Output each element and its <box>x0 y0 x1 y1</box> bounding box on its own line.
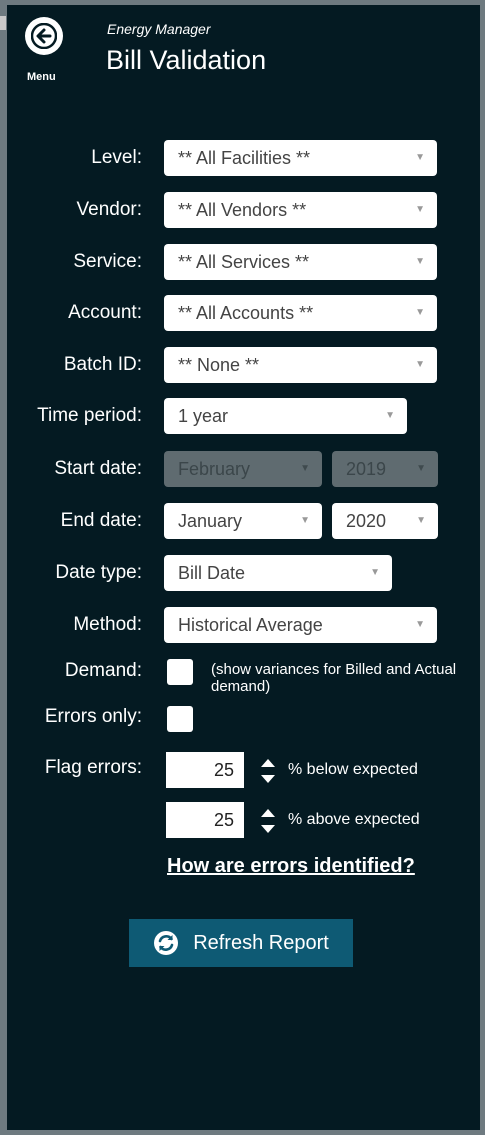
account-select[interactable]: ** All Accounts ** ▼ <box>164 295 437 331</box>
level-value: ** All Facilities ** <box>178 148 311 168</box>
stepper-icon[interactable] <box>259 805 277 837</box>
start-month-value: February <box>178 459 251 479</box>
service-select[interactable]: ** All Services ** ▼ <box>164 244 437 280</box>
time-period-select[interactable]: 1 year ▼ <box>164 398 407 434</box>
vendor-select[interactable]: ** All Vendors ** ▼ <box>164 192 437 228</box>
end-date-label: End date: <box>60 510 142 531</box>
refresh-report-label: Refresh Report <box>193 931 329 954</box>
service-value: ** All Services ** <box>178 252 310 272</box>
level-select[interactable]: ** All Facilities ** ▼ <box>164 140 437 176</box>
menu-label[interactable]: Menu <box>27 71 56 83</box>
level-label: Level: <box>91 147 142 168</box>
end-month-select[interactable]: January ▼ <box>164 503 322 539</box>
below-threshold-input[interactable]: 25 <box>166 752 244 788</box>
back-arrow-icon <box>31 23 57 49</box>
bill-validation-panel: Menu Energy Manager Bill Validation Leve… <box>7 5 480 1130</box>
dropdown-arrow-icon: ▼ <box>415 619 425 630</box>
batch-select[interactable]: ** None ** ▼ <box>164 347 437 383</box>
start-month-select[interactable]: February ▼ <box>164 451 322 487</box>
date-type-select[interactable]: Bill Date ▼ <box>164 555 392 591</box>
account-value: ** All Accounts ** <box>178 303 314 323</box>
errors-only-checkbox[interactable] <box>167 706 193 732</box>
demand-label: Demand: <box>64 660 142 681</box>
dropdown-arrow-icon: ▼ <box>300 515 310 526</box>
app-name: Energy Manager <box>107 21 211 37</box>
start-year-value: 2019 <box>346 459 387 479</box>
dropdown-arrow-icon: ▼ <box>415 359 425 370</box>
time-period-label: Time period: <box>37 405 142 426</box>
method-label: Method: <box>73 614 142 635</box>
account-label: Account: <box>68 302 142 323</box>
end-year-select[interactable]: 2020 ▼ <box>332 503 438 539</box>
refresh-report-button[interactable]: Refresh Report <box>129 919 353 967</box>
demand-checkbox[interactable] <box>167 659 193 685</box>
above-threshold-input[interactable]: 25 <box>166 802 244 838</box>
back-button[interactable] <box>25 17 63 55</box>
refresh-icon <box>154 931 179 955</box>
vendor-value: ** All Vendors ** <box>178 200 307 220</box>
batch-label: Batch ID: <box>63 354 142 375</box>
dropdown-arrow-icon: ▼ <box>416 463 426 474</box>
header: Menu Energy Manager Bill Validation <box>7 5 480 95</box>
dropdown-arrow-icon: ▼ <box>416 515 426 526</box>
stepper-icon[interactable] <box>259 755 277 787</box>
start-date-label: Start date: <box>54 458 142 479</box>
page-title: Bill Validation <box>106 45 267 75</box>
vendor-label: Vendor: <box>76 199 143 220</box>
dropdown-arrow-icon: ▼ <box>370 567 380 578</box>
dropdown-arrow-icon: ▼ <box>415 204 425 215</box>
errors-help-link[interactable]: How are errors identified? <box>167 855 415 878</box>
time-period-value: 1 year <box>178 406 229 426</box>
end-year-value: 2020 <box>346 511 387 531</box>
start-year-select[interactable]: 2019 ▼ <box>332 451 438 487</box>
dropdown-arrow-icon: ▼ <box>300 463 310 474</box>
dropdown-arrow-icon: ▼ <box>415 307 425 318</box>
date-type-label: Date type: <box>55 562 142 583</box>
method-value: Historical Average <box>178 615 323 635</box>
batch-value: ** None ** <box>178 355 260 375</box>
window-edge-mark <box>0 16 6 30</box>
method-select[interactable]: Historical Average ▼ <box>164 607 437 643</box>
dropdown-arrow-icon: ▼ <box>415 152 425 163</box>
date-type-value: Bill Date <box>178 563 246 583</box>
above-expected-label: % above expected <box>288 811 420 828</box>
errors-only-label: Errors only: <box>44 706 142 727</box>
service-label: Service: <box>73 251 142 272</box>
dropdown-arrow-icon: ▼ <box>415 256 425 267</box>
end-month-value: January <box>178 511 243 531</box>
flag-errors-label: Flag errors: <box>44 757 142 778</box>
below-expected-label: % below expected <box>288 761 418 778</box>
dropdown-arrow-icon: ▼ <box>385 410 395 421</box>
demand-note: (show variances for Billed and Actual de… <box>211 661 457 695</box>
